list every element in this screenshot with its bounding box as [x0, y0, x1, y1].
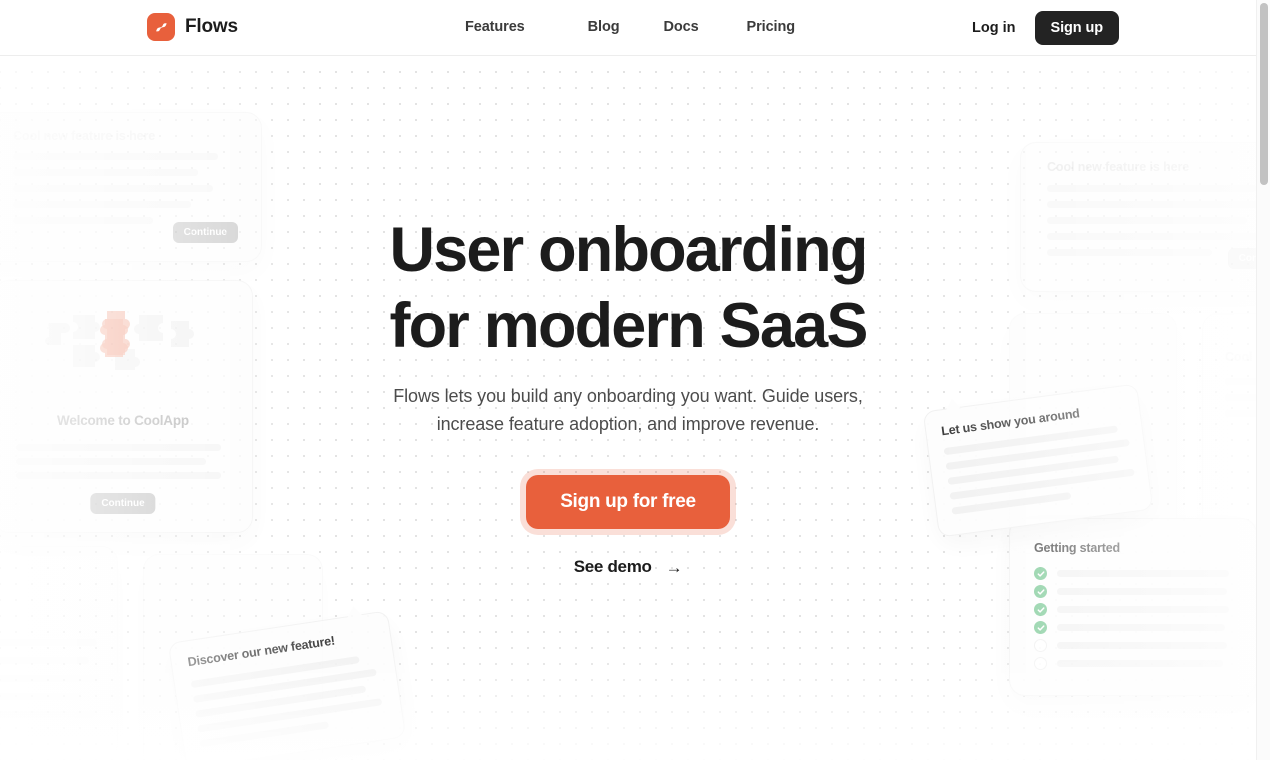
skeleton-bar: [13, 201, 191, 208]
decor-card-checklist: Getting started: [1009, 518, 1256, 696]
skeleton-bar: [1057, 642, 1227, 649]
hero-cta-container: Sign up for free: [0, 475, 1256, 529]
signup-button[interactable]: Sign up: [1034, 11, 1119, 45]
skeleton-bar: [0, 675, 99, 682]
primary-nav: Features Blog Docs Pricing: [465, 19, 795, 35]
tooltip-pointer-icon: [343, 605, 365, 622]
hero-subheadline: Flows lets you build any onboarding you …: [0, 382, 1256, 438]
arrow-right-icon: →: [665, 557, 683, 577]
decor-card-title: Cool new feature is here: [1047, 160, 1190, 174]
decor-card-title: Cool new feature is here: [13, 129, 156, 143]
headline-line-2: for modern SaaS: [389, 291, 868, 361]
skeleton-bar: [16, 444, 221, 451]
skeleton-bar: [13, 185, 213, 192]
scrollbar-thumb[interactable]: [1260, 3, 1268, 185]
checklist-item: [1034, 621, 1225, 634]
subhead-line-2: increase feature adoption, and improve r…: [436, 414, 820, 434]
signup-for-free-button[interactable]: Sign up for free: [526, 475, 730, 529]
subhead-line-1: Flows lets you build any onboarding you …: [393, 386, 863, 406]
brand-logo[interactable]: Flows: [147, 13, 238, 41]
brand-name: Flows: [185, 16, 238, 37]
hero-section: Cool new feature is here Continue Welcom…: [0, 57, 1256, 760]
skeleton-bar: [1057, 624, 1225, 631]
site-header: Flows Features Blog Docs Pricing Log in …: [0, 0, 1256, 56]
nav-item-blog[interactable]: Blog: [588, 19, 620, 35]
checklist-item: [1034, 585, 1227, 598]
decor-card-bottom-left: [0, 546, 118, 760]
skeleton-bar: [13, 153, 218, 160]
landing-page: Flows Features Blog Docs Pricing Log in …: [0, 0, 1270, 760]
check-circle-icon: [1034, 585, 1047, 598]
nav-item-features[interactable]: Features: [465, 19, 525, 35]
hero-headline: User onboarding for modern SaaS: [0, 212, 1256, 364]
skeleton-bar: [1047, 201, 1256, 208]
page-scrollbar[interactable]: [1256, 0, 1270, 760]
see-demo-label: See demo: [573, 557, 652, 576]
checklist-title: Getting started: [1034, 541, 1120, 555]
skeleton-bar: [1047, 185, 1256, 192]
check-circle-icon: [1034, 621, 1047, 634]
nav-item-pricing[interactable]: Pricing: [747, 19, 796, 35]
skeleton-bar: [1057, 606, 1229, 613]
login-link[interactable]: Log in: [953, 11, 1035, 45]
headline-line-1: User onboarding: [389, 215, 868, 285]
skeleton-bar: [1057, 660, 1223, 667]
check-circle-icon: [1034, 603, 1047, 616]
flows-logo-icon: [147, 13, 175, 41]
checklist-item: [1034, 657, 1223, 670]
hero-demo-container: See demo →: [0, 557, 1256, 577]
skeleton-bar: [0, 693, 81, 700]
auth-actions: Log in Sign up: [953, 11, 1119, 45]
checklist-item: [1034, 603, 1229, 616]
skeleton-bar: [16, 458, 206, 465]
skeleton-bar: [0, 639, 97, 646]
skeleton-bar: [0, 657, 89, 664]
nav-item-docs[interactable]: Docs: [663, 19, 698, 35]
checklist-item: [1034, 639, 1227, 652]
skeleton-bar: [0, 711, 95, 718]
empty-circle-icon: [1034, 639, 1047, 652]
skeleton-bar: [13, 169, 198, 176]
skeleton-bar: [1057, 588, 1227, 595]
see-demo-link[interactable]: See demo →: [574, 557, 683, 577]
empty-circle-icon: [1034, 657, 1047, 670]
